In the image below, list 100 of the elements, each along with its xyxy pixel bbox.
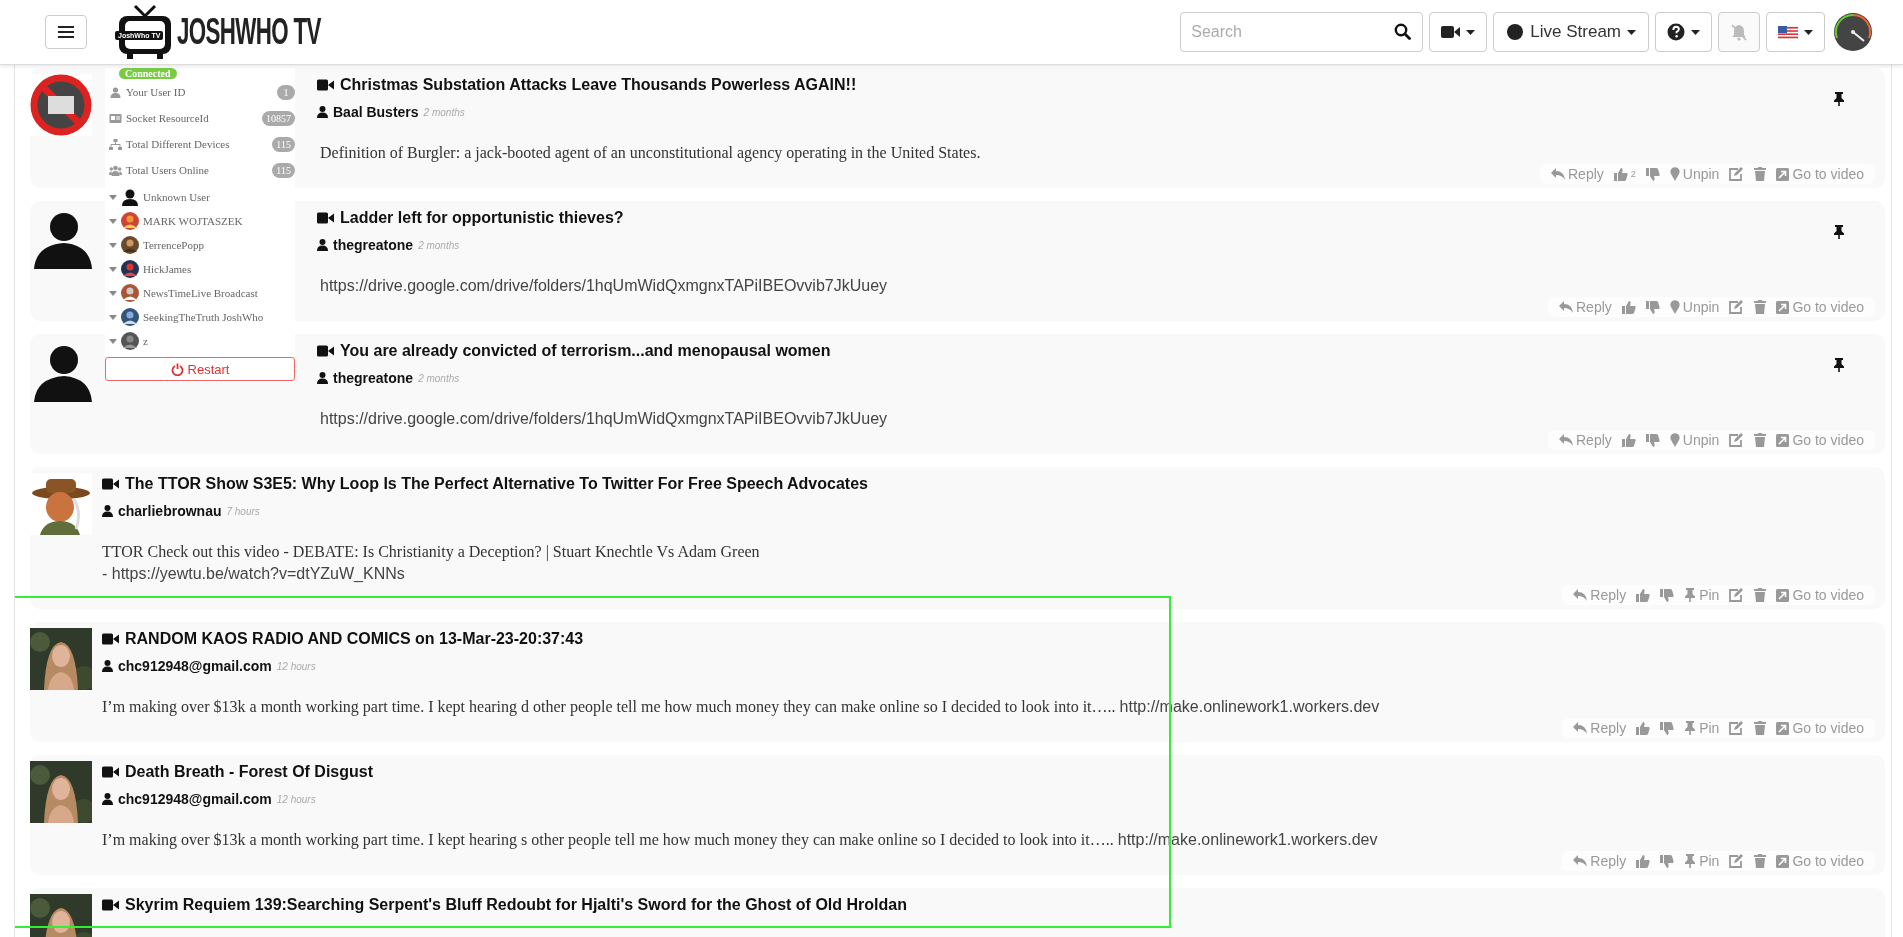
trash-icon	[1754, 854, 1767, 868]
author-name[interactable]: thegreatone	[333, 370, 414, 386]
video-camera-icon	[317, 79, 334, 91]
gauge-icon[interactable]	[1833, 12, 1873, 52]
author-name[interactable]: charliebrownau	[118, 503, 222, 519]
stat-count: 115	[272, 136, 295, 152]
reply-icon	[1573, 722, 1588, 734]
video-camera-icon	[102, 899, 119, 911]
post-time: 12 hours	[276, 660, 316, 672]
video-camera-icon	[317, 212, 334, 224]
post-title[interactable]: Death Breath - Forest Of Disgust	[125, 763, 374, 781]
help-icon	[1667, 23, 1685, 41]
user-icon	[317, 106, 328, 118]
users-icon	[109, 164, 122, 176]
post-title[interactable]: The TTOR Show S3E5: Why Loop Is The Perfect Alternative To Twitter For Free Speech Advocates	[125, 475, 868, 493]
language-dropdown[interactable]	[1766, 12, 1825, 52]
stat-label: Socket ResourceId	[126, 112, 210, 124]
user-icon	[317, 372, 328, 384]
menu-icon	[58, 25, 74, 39]
online-user-item[interactable]: HickJames	[105, 257, 295, 281]
author-name[interactable]: chc912948@gmail.com	[118, 791, 272, 807]
thumbs-down-icon	[1645, 433, 1660, 447]
external-link-icon	[1776, 588, 1790, 602]
trash-icon	[1754, 300, 1767, 314]
online-user-item[interactable]: MARK WOJTASZEK	[105, 209, 295, 233]
video-camera-icon	[102, 478, 119, 490]
caret-icon	[1466, 29, 1476, 35]
stat-label: Your User ID	[126, 86, 187, 98]
thumbs-up-icon	[1621, 433, 1636, 447]
help-dropdown[interactable]	[1655, 12, 1712, 52]
post-time: 12 hours	[276, 793, 316, 805]
caret-icon	[1691, 29, 1700, 35]
caret-icon	[109, 290, 117, 296]
caret-icon	[109, 266, 117, 272]
map-marker-icon	[1669, 167, 1680, 181]
thumbs-up-icon	[1621, 300, 1636, 314]
caret-icon	[1627, 29, 1636, 35]
search-icon[interactable]	[1394, 23, 1412, 40]
stat-count: 1	[277, 84, 295, 100]
video-camera-icon	[1441, 25, 1461, 39]
post-title[interactable]: Skyrim Requiem 139:Searching Serpent's Bluff Redoubt for Hjalti's Sword for the Ghost of Old Hroldan	[125, 896, 907, 914]
circle-icon	[1506, 23, 1525, 41]
reply-icon	[1559, 434, 1573, 446]
thumbs-down-icon	[1660, 721, 1675, 735]
post-title[interactable]: RANDOM KAOS RADIO AND COMICS on 13-Mar-23-20:37:43	[125, 630, 584, 648]
map-marker-icon	[1669, 433, 1680, 447]
author-name[interactable]: chc912948@gmail.com	[118, 658, 272, 674]
search-field[interactable]: Search	[1180, 12, 1424, 52]
online-user-item[interactable]: Unknown User	[105, 185, 295, 209]
edit-icon	[1729, 721, 1745, 735]
online-user-item[interactable]: TerrencePopp	[105, 233, 295, 257]
comment-text: Definition of Burgler: a jack-booted agent of an unconstitutional agency operating in the United States.	[320, 143, 982, 164]
external-link-icon	[1776, 167, 1790, 181]
user-icon	[102, 793, 113, 805]
comment-text: https://drive.google.com/drive/folders/1hqUmWidQxmgnxTAPiIBEOvvib7JkUuey	[320, 276, 889, 296]
network-icon	[109, 138, 122, 150]
thumbs-up-icon	[1636, 721, 1651, 735]
post-time: 2 months	[418, 239, 460, 251]
edit-icon	[1729, 167, 1745, 181]
author-name[interactable]: Baal Busters	[333, 104, 419, 120]
comment-text: TTOR Check out this video - DEBATE: Is Christianity a Deception? | Stuart Knechtle Vs Adam Green	[102, 542, 761, 563]
thumbs-down-icon	[1660, 588, 1675, 602]
caret-icon	[109, 338, 117, 344]
caret-icon	[109, 314, 117, 320]
restart-button[interactable]: Restart	[105, 357, 295, 381]
author-name[interactable]: thegreatone	[333, 237, 414, 253]
thumbs-down-icon	[1660, 854, 1675, 868]
user-icon	[109, 86, 122, 98]
comment-text: - https://yewtu.be/watch?v=dtYZuW_KNNs	[102, 564, 406, 584]
video-camera-icon	[317, 345, 334, 357]
post-title[interactable]: You are already convicted of terrorism...and menopausal women	[340, 342, 831, 360]
logo-wordmark: JOSHWHO TV	[177, 11, 321, 53]
external-link-icon	[1776, 854, 1790, 868]
video-dropdown[interactable]	[1429, 12, 1488, 52]
online-user-item[interactable]: NewsTimeLive Broadcast	[105, 281, 295, 305]
stat-label: Total Users Online	[126, 164, 210, 176]
post-time: 7 hours	[226, 505, 260, 517]
post-time: 2 months	[418, 372, 460, 384]
post-time: 2 months	[423, 106, 465, 118]
edit-icon	[1729, 854, 1745, 868]
flag-icon	[1778, 25, 1798, 39]
stat-label: Total Different Devices	[126, 138, 231, 150]
external-link-icon	[1776, 721, 1790, 735]
comment-text: https://drive.google.com/drive/folders/1hqUmWidQxmgnxTAPiIBEOvvib7JkUuey	[320, 409, 889, 429]
caret-icon	[109, 218, 117, 224]
trash-icon	[1754, 588, 1767, 602]
trash-icon	[1754, 433, 1767, 447]
post-title[interactable]: Christmas Substation Attacks Leave Thousands Powerless AGAIN!!	[340, 76, 857, 94]
reply-icon	[1551, 168, 1565, 180]
user-silhouette-icon	[121, 188, 139, 206]
post-title[interactable]: Ladder left for opportunistic thieves?	[340, 209, 624, 227]
reply-icon	[1573, 855, 1588, 867]
online-user-item[interactable]: z	[105, 329, 295, 353]
video-camera-icon	[102, 766, 119, 778]
live-stream-dropdown[interactable]: Live Stream	[1493, 12, 1649, 52]
edit-icon	[1729, 433, 1745, 447]
thumbs-down-icon	[1645, 167, 1660, 181]
online-user-item[interactable]: SeekingTheTruth JoshWho	[105, 305, 295, 329]
menu-button[interactable]	[45, 15, 87, 49]
connected-badge: Connected	[119, 68, 177, 79]
